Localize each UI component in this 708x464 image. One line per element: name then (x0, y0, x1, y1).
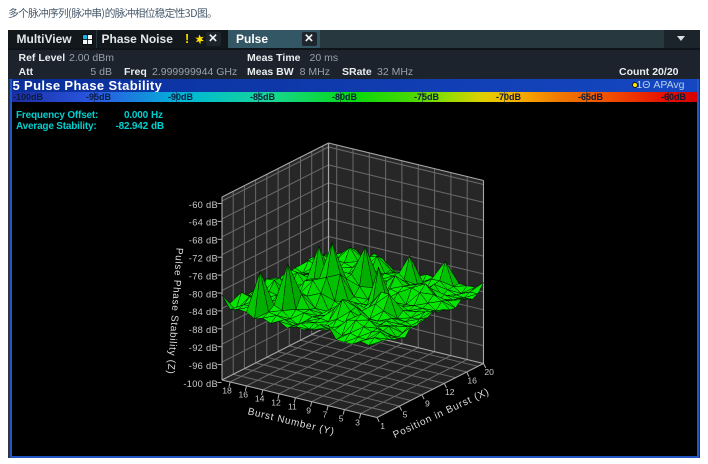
svg-text:3: 3 (355, 417, 360, 427)
svg-text:12: 12 (271, 398, 281, 408)
svg-text:Pulse Phase Stability (Z): Pulse Phase Stability (Z) (165, 247, 185, 374)
svg-text:-60 dB: -60 dB (189, 200, 218, 210)
svg-text:20: 20 (484, 367, 494, 377)
svg-text:14: 14 (255, 394, 265, 404)
svg-text:-88 dB: -88 dB (189, 325, 218, 335)
svg-text:18: 18 (222, 386, 232, 396)
svg-text:11: 11 (288, 402, 297, 412)
svg-text:-80 dB: -80 dB (189, 289, 218, 299)
svg-text:-96 dB: -96 dB (189, 361, 218, 371)
svg-text:16: 16 (467, 376, 477, 386)
svg-text:-72 dB: -72 dB (189, 254, 218, 264)
svg-text:-64 dB: -64 dB (189, 218, 218, 228)
svg-text:-84 dB: -84 dB (189, 307, 218, 317)
svg-text:16: 16 (239, 390, 249, 400)
svg-text:9: 9 (425, 398, 430, 408)
svg-text:-76 dB: -76 dB (189, 271, 218, 281)
svg-text:12: 12 (445, 387, 455, 397)
svg-text:-100 dB: -100 dB (183, 379, 218, 389)
svg-text:5: 5 (339, 413, 344, 423)
svg-text:-68 dB: -68 dB (189, 236, 218, 246)
svg-text:1: 1 (380, 421, 385, 431)
svg-text:7: 7 (323, 409, 328, 419)
svg-text:5: 5 (403, 410, 408, 420)
svg-text:9: 9 (306, 405, 311, 415)
svg-text:-92 dB: -92 dB (189, 343, 218, 353)
